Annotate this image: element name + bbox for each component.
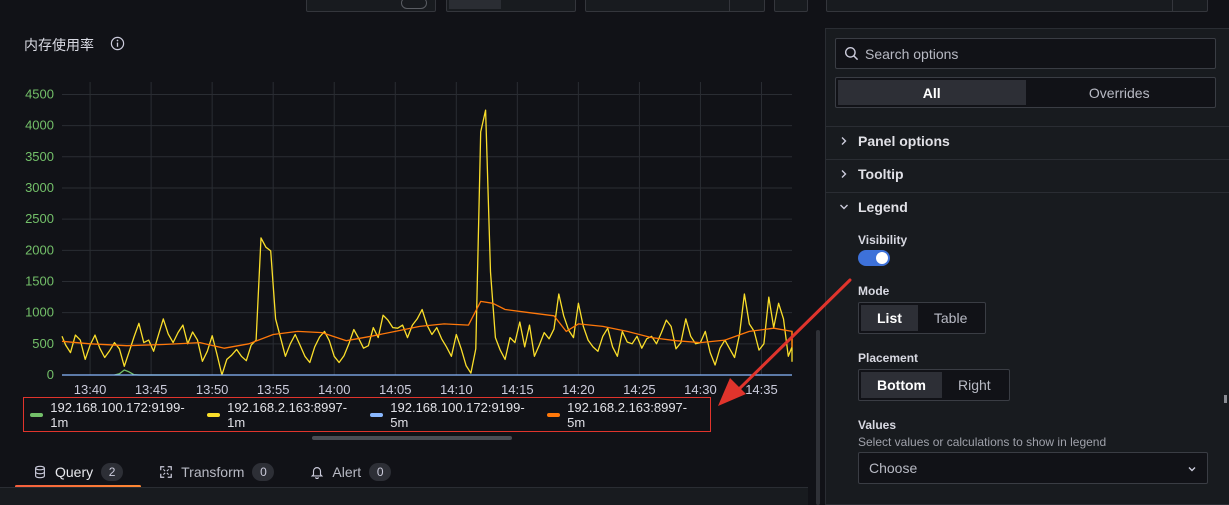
series-line: [114, 369, 200, 376]
options-filter-switch: All Overrides: [835, 77, 1216, 108]
y-tick-label: 2500: [25, 211, 54, 226]
tab-alert-label: Alert: [332, 464, 362, 480]
toolbar-view-active[interactable]: [449, 0, 501, 9]
legend-item[interactable]: 192.168.2.163:8997-1m: [206, 399, 358, 430]
memory-usage-chart: 0 500 1000 1500 2000 2500 3000 3500 4000 4500 13:4…: [25, 82, 793, 397]
y-tick-label: 1500: [25, 273, 54, 288]
legend-label: 192.168.2.163:8997-1m: [227, 399, 348, 430]
transform-icon: [160, 466, 172, 478]
toolbar-refresh-button[interactable]: [774, 0, 808, 12]
switch-knob: [876, 252, 888, 264]
tab-transform-count: 0: [252, 463, 275, 481]
chart-legend: 192.168.100.172:9199-1m 192.168.2.163:899…: [23, 397, 711, 432]
horizontal-scrollbar[interactable]: [312, 436, 512, 440]
x-tick-label: 14:25: [623, 382, 656, 397]
x-tick-label: 14:15: [501, 382, 534, 397]
x-tick-label: 14:00: [318, 382, 351, 397]
chevron-right-icon: [841, 137, 847, 145]
legend-swatch: [30, 412, 44, 417]
panel-title: 内存使用率: [24, 38, 94, 54]
tab-query[interactable]: Query 2: [15, 458, 142, 488]
tab-alert-count: 0: [369, 463, 392, 481]
legend-values-placeholder: Choose: [869, 460, 918, 476]
section-legend[interactable]: Legend: [838, 199, 908, 215]
editor-tabs: Query 2 Transform 0 Alert 0: [15, 458, 409, 488]
tab-alert[interactable]: Alert 0: [292, 458, 409, 486]
values-description: Select values or calculations to show in…: [858, 435, 1107, 449]
section-panel-options-label: Panel options: [858, 133, 950, 149]
toolbar-toggle-group[interactable]: [306, 0, 436, 12]
y-tick-label: 500: [32, 336, 54, 351]
y-tick-label: 2000: [25, 242, 54, 257]
section-tooltip[interactable]: Tooltip: [838, 166, 904, 182]
x-tick-label: 13:45: [135, 382, 168, 397]
legend-swatch: [370, 412, 384, 417]
search-icon: [844, 46, 859, 61]
placement-label: Placement: [858, 351, 919, 365]
edge-marker: [1224, 395, 1227, 403]
query-editor-area: [0, 487, 808, 505]
options-pane: All Overrides Panel options Tooltip Lege…: [825, 28, 1229, 505]
legend-item[interactable]: 192.168.100.172:9199-1m: [30, 400, 195, 430]
divider: [826, 192, 1229, 193]
y-tick-label: 3500: [25, 149, 54, 164]
x-tick-label: 14:20: [562, 382, 595, 397]
mode-table-option[interactable]: Table: [918, 305, 983, 331]
y-tick-label: 3000: [25, 180, 54, 195]
legend-visibility-switch[interactable]: [858, 250, 890, 266]
values-label: Values: [858, 418, 897, 432]
info-icon[interactable]: [110, 36, 125, 51]
x-tick-label: 14:05: [379, 382, 412, 397]
tab-transform[interactable]: Transform 0: [141, 458, 292, 486]
legend-placement-radio: Bottom Right: [858, 369, 1010, 401]
legend-swatch: [206, 412, 221, 417]
y-tick-label: 0: [47, 367, 54, 382]
placement-right-option[interactable]: Right: [942, 372, 1007, 398]
legend-item[interactable]: 192.168.100.172:9199-5m: [370, 400, 535, 430]
section-tooltip-label: Tooltip: [858, 166, 904, 182]
placement-bottom-option[interactable]: Bottom: [861, 372, 942, 398]
x-tick-label: 14:10: [440, 382, 473, 397]
legend-values-select[interactable]: Choose: [858, 452, 1208, 484]
legend-item[interactable]: 192.168.2.163:8997-5m: [546, 399, 698, 430]
search-options-field[interactable]: [835, 38, 1216, 69]
section-panel-options[interactable]: Panel options: [838, 133, 950, 149]
toolbar-visualization-picker[interactable]: [826, 0, 1208, 12]
toolbar-view-switch[interactable]: [446, 0, 576, 12]
series-line: [61, 109, 793, 376]
toolbar-toggle[interactable]: [401, 0, 427, 9]
tab-transform-label: Transform: [181, 464, 245, 480]
legend-label: 192.168.100.172:9199-5m: [390, 399, 525, 430]
y-tick-label: 4500: [25, 86, 54, 101]
search-options-input[interactable]: [865, 45, 1205, 62]
section-legend-label: Legend: [858, 199, 908, 215]
legend-mode-radio: List Table: [858, 302, 987, 334]
legend-swatch: [546, 412, 561, 417]
mode-list-option[interactable]: List: [861, 305, 918, 331]
x-tick-label: 13:40: [74, 382, 107, 397]
x-tick-label: 13:50: [196, 382, 229, 397]
legend-label: 192.168.100.172:9199-1m: [50, 399, 185, 430]
y-tick-label: 4000: [25, 118, 54, 133]
all-options-button[interactable]: All: [838, 80, 1026, 105]
divider: [826, 159, 1229, 160]
database-icon: [35, 465, 45, 479]
visibility-label: Visibility: [858, 233, 908, 247]
annotation-arrow: [718, 278, 852, 406]
x-tick-label: 13:55: [257, 382, 290, 397]
bell-icon: [311, 467, 324, 479]
y-tick-label: 1000: [25, 305, 54, 320]
tab-query-label: Query: [55, 464, 94, 480]
chevron-down-icon: [840, 204, 848, 210]
chevron-down-icon: [1188, 467, 1196, 472]
chevron-right-icon: [841, 170, 847, 178]
toolbar-time-picker[interactable]: [585, 0, 765, 12]
legend-label: 192.168.2.163:8997-5m: [567, 399, 688, 430]
divider: [826, 126, 1229, 127]
mode-label: Mode: [858, 284, 890, 298]
overrides-button[interactable]: Overrides: [1026, 80, 1214, 105]
tab-query-count: 2: [101, 463, 124, 481]
